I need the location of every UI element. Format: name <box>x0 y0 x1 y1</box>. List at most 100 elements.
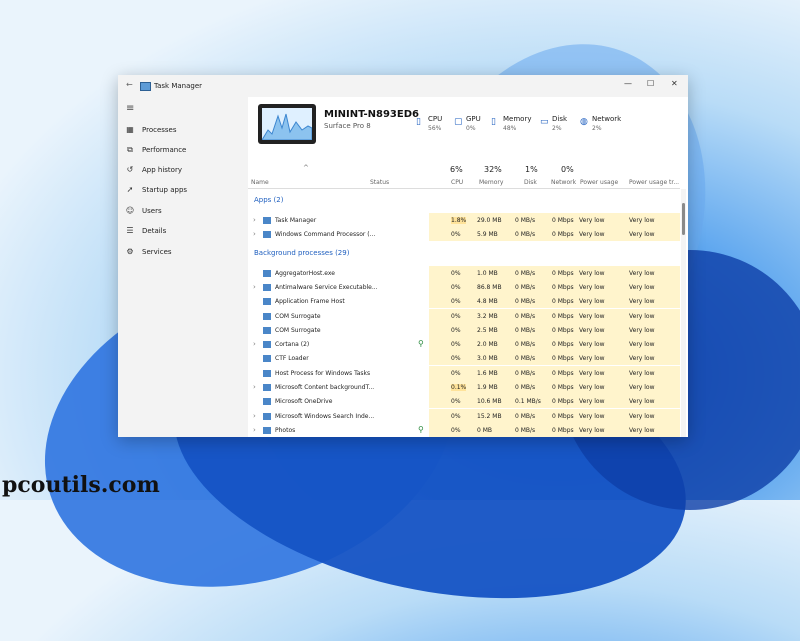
column-status[interactable]: Status <box>370 179 389 186</box>
expand-chevron-icon[interactable]: › <box>253 412 256 420</box>
sidebar-item-label: Performance <box>142 146 187 154</box>
memory-total: 32% <box>484 165 502 174</box>
cell-cpu: 0% <box>451 355 461 363</box>
cell-net: 0 Mbps <box>552 412 574 420</box>
sidebar-item-label: App history <box>142 166 182 174</box>
metric-cells: 0% 4.8 MB 0 MB/s 0 Mbps Very low Very low <box>429 294 680 309</box>
table-row[interactable]: 0% 15.2 MB 0 MB/s 0 Mbps Very low Very low › Mi… <box>248 408 680 423</box>
group-header-background[interactable]: Background processes (29) <box>248 246 680 260</box>
cell-disk: 0 MB/s <box>515 217 536 224</box>
sidebar-item-app-history[interactable]: ↺ App history <box>124 163 242 179</box>
process-name: Cortana (2) <box>275 341 310 349</box>
stat-label: Disk <box>552 115 568 123</box>
cell-net: 0 Mbps <box>552 217 574 224</box>
sidebar-item-users[interactable]: ☺ Users <box>124 204 242 220</box>
hamburger-menu-icon[interactable]: ≡ <box>126 103 134 114</box>
expand-chevron-icon[interactable]: › <box>253 426 256 434</box>
cell-disk: 0 MB/s <box>515 355 536 363</box>
watermark-text: pcoutils.com <box>2 472 160 498</box>
cell-trend: Very low <box>629 269 655 277</box>
cell-mem: 1.0 MB <box>477 269 498 277</box>
column-cpu[interactable]: CPU <box>451 179 463 186</box>
stat-value: 2% <box>592 125 602 132</box>
expand-chevron-icon[interactable]: › <box>253 230 256 238</box>
table-row[interactable]: 0% 1.0 MB 0 MB/s 0 Mbps Very low Very low Aggr… <box>248 265 680 280</box>
column-power-usage-trend[interactable]: Power usage tr... <box>629 179 679 186</box>
metric-cells: 0% 3.2 MB 0 MB/s 0 Mbps Very low Very low <box>429 308 680 323</box>
cell-net: 0 Mbps <box>552 369 574 377</box>
process-name: Task Manager <box>275 217 317 224</box>
table-row[interactable]: 0% 3.2 MB 0 MB/s 0 Mbps Very low Very low COM … <box>248 308 680 323</box>
column-disk[interactable]: Disk <box>524 179 537 186</box>
sidebar-item-label: Processes <box>142 126 177 134</box>
table-row[interactable]: 0% 3.0 MB 0 MB/s 0 Mbps Very low Very low CTF … <box>248 351 680 366</box>
sidebar-item-services[interactable]: ⚙ Services <box>124 245 242 261</box>
title-bar: ← Task Manager — ☐ ✕ <box>118 75 688 97</box>
sidebar-item-processes[interactable]: ▦ Processes <box>124 123 242 139</box>
cell-trend: Very low <box>629 341 655 349</box>
minimize-icon[interactable]: — <box>624 79 632 88</box>
expand-chevron-icon[interactable]: › <box>253 283 256 291</box>
group-label: Background processes (29) <box>254 248 350 257</box>
cell-net: 0 Mbps <box>552 312 574 320</box>
metric-cells: 0% 2.0 MB 0 MB/s 0 Mbps Very low Very low <box>429 337 680 352</box>
table-row[interactable]: 0% 86.8 MB 0 MB/s 0 Mbps Very low Very low › An… <box>248 279 680 294</box>
process-name: COM Surrogate <box>275 326 321 334</box>
process-name: Microsoft Content backgroundT... <box>275 384 375 391</box>
stat-label: Network <box>592 115 622 123</box>
scrollbar-thumb[interactable] <box>682 203 685 235</box>
table-row[interactable]: 0% 1.6 MB 0 MB/s 0 Mbps Very low Very low Host… <box>248 365 680 380</box>
group-header-apps[interactable]: Apps (2) <box>248 193 680 207</box>
processes-pane: MININT-N893ED6 Surface Pro 8 ▯ CPU 56% ▢… <box>248 97 688 437</box>
cell-power: Very low <box>579 312 605 320</box>
sidebar-item-details[interactable]: ☰ Details <box>124 224 242 240</box>
cell-trend: Very low <box>629 426 655 434</box>
process-icon <box>263 298 271 306</box>
table-row[interactable]: 0% 5.9 MB 0 MB/s 0 Mbps Very low Very low › Win… <box>248 227 680 242</box>
back-arrow-icon[interactable]: ← <box>126 80 133 89</box>
cell-trend: Very low <box>629 298 655 306</box>
cell-power: Very low <box>579 217 605 224</box>
table-row[interactable]: 0.1% 1.9 MB 0 MB/s 0 Mbps Very low Very low › M… <box>248 380 680 394</box>
cell-cpu: 0% <box>451 298 461 306</box>
table-row[interactable]: 1.8% 29.0 MB 0 MB/s 0 Mbps Very low Very low ›… <box>248 213 680 227</box>
cell-trend: Very low <box>629 398 655 406</box>
column-network[interactable]: Network <box>551 179 576 186</box>
cell-mem: 3.0 MB <box>477 355 498 363</box>
expand-chevron-icon[interactable]: › <box>253 340 256 348</box>
cell-power: Very low <box>579 231 605 239</box>
cell-cpu: 0% <box>451 412 461 420</box>
cell-trend: Very low <box>629 384 655 391</box>
services-icon: ⚙ <box>126 247 134 256</box>
cell-trend: Very low <box>629 312 655 320</box>
cell-cpu: 0% <box>451 341 461 349</box>
sidebar-item-label: Details <box>142 227 167 235</box>
disk-total: 1% <box>525 165 538 174</box>
close-icon[interactable]: ✕ <box>671 79 678 88</box>
network-globe-icon: ◍ <box>580 117 588 127</box>
sidebar-item-performance[interactable]: ⧉ Performance <box>124 143 242 159</box>
cell-mem: 3.2 MB <box>477 312 498 320</box>
table-row[interactable]: 0% 2.0 MB 0 MB/s 0 Mbps Very low Very low › Cor… <box>248 337 680 352</box>
expand-chevron-icon[interactable]: › <box>253 383 256 391</box>
sidebar-item-startup-apps[interactable]: ➚ Startup apps <box>124 183 242 199</box>
sidebar: ≡ ▦ Processes ⧉ Performance ↺ App histor… <box>118 97 248 437</box>
expand-chevron-icon[interactable]: › <box>253 216 256 224</box>
vertical-scrollbar[interactable] <box>681 189 686 437</box>
table-row[interactable]: 0% 4.8 MB 0 MB/s 0 Mbps Very low Very low Appl… <box>248 294 680 309</box>
performance-graph-icon <box>262 113 312 140</box>
process-name: Microsoft OneDrive <box>275 398 333 406</box>
cell-net: 0 Mbps <box>552 384 574 391</box>
table-row[interactable]: 0% 2.5 MB 0 MB/s 0 Mbps Very low Very low COM … <box>248 322 680 337</box>
column-power-usage[interactable]: Power usage <box>580 179 618 186</box>
maximize-icon[interactable]: ☐ <box>647 79 654 88</box>
cell-net: 0 Mbps <box>552 398 574 406</box>
table-row[interactable]: 0% 10.6 MB 0.1 MB/s 0 Mbps Very low Very low M… <box>248 394 680 409</box>
column-memory[interactable]: Memory <box>479 179 503 186</box>
cell-disk: 0 MB/s <box>515 326 536 334</box>
column-name[interactable]: Name <box>251 179 269 186</box>
cell-cpu: 0% <box>451 283 461 291</box>
process-name: CTF Loader <box>275 355 309 363</box>
table-row[interactable]: 0% 0 MB 0 MB/s 0 Mbps Very low Very low › Photo… <box>248 422 680 437</box>
cell-net: 0 Mbps <box>552 269 574 277</box>
